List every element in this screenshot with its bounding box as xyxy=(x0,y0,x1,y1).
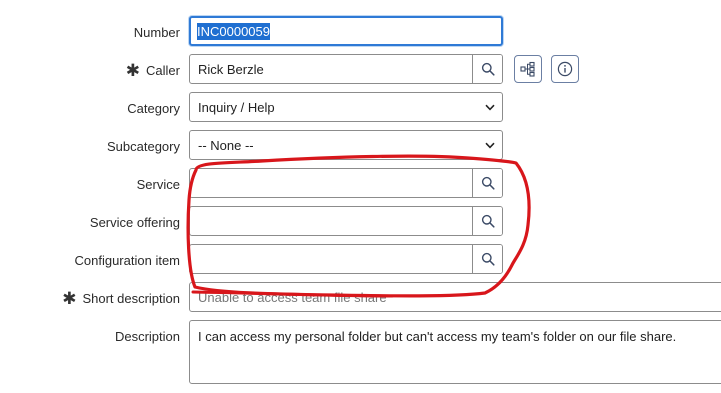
short-description-label-text: Short description xyxy=(82,290,180,306)
caller-value: Rick Berzle xyxy=(198,61,264,77)
service-field[interactable] xyxy=(189,168,503,198)
short-description-field[interactable]: Unable to access team file share xyxy=(189,282,721,312)
configuration-item-field[interactable] xyxy=(189,244,503,274)
service-offering-label: Service offering xyxy=(0,207,180,237)
configuration-item-label: Configuration item xyxy=(0,245,181,275)
service-label: Service xyxy=(0,169,180,199)
number-label: Number xyxy=(0,17,180,47)
required-mark: ✱ xyxy=(62,288,77,308)
short-description-label: ✱ Short description xyxy=(0,283,180,313)
caller-field[interactable]: Rick Berzle xyxy=(189,54,503,84)
service-label-text: Service xyxy=(136,176,180,192)
search-icon xyxy=(481,176,495,190)
short-description-value: Unable to access team file share xyxy=(198,289,387,305)
configuration-item-label-text: Configuration item xyxy=(74,252,181,268)
service-offering-field[interactable] xyxy=(189,206,503,236)
category-label-text: Category xyxy=(127,100,180,116)
subcategory-value: -- None -- xyxy=(198,137,254,153)
description-value: I can access my personal folder but can'… xyxy=(198,329,677,344)
subcategory-label-text: Subcategory xyxy=(107,138,180,154)
category-select[interactable]: Inquiry / Help xyxy=(189,92,503,122)
service-lookup-button[interactable] xyxy=(472,169,502,197)
show-dependencies-button[interactable] xyxy=(514,55,542,83)
caller-label: ✱ Caller xyxy=(0,55,180,85)
subcategory-select[interactable]: -- None -- xyxy=(189,130,503,160)
number-value: INC0000059 xyxy=(197,22,270,40)
description-label-text: Description xyxy=(114,328,180,344)
category-value: Inquiry / Help xyxy=(198,99,275,115)
chevron-down-icon xyxy=(484,101,496,113)
configuration-item-lookup-button[interactable] xyxy=(472,245,502,273)
info-icon xyxy=(557,61,573,77)
search-icon xyxy=(481,62,495,76)
caller-info-button[interactable] xyxy=(551,55,579,83)
caller-label-text: Caller xyxy=(146,62,180,78)
hierarchy-icon xyxy=(520,61,535,77)
description-textarea[interactable]: I can access my personal folder but can'… xyxy=(189,320,721,384)
search-icon xyxy=(481,252,495,266)
description-label: Description xyxy=(0,321,180,351)
subcategory-label: Subcategory xyxy=(0,131,180,161)
number-field[interactable]: INC0000059 xyxy=(189,16,503,46)
service-offering-label-text: Service offering xyxy=(89,214,180,230)
search-icon xyxy=(481,214,495,228)
required-mark: ✱ xyxy=(125,60,141,80)
number-label-text: Number xyxy=(133,24,180,40)
chevron-down-icon xyxy=(484,139,496,151)
category-label: Category xyxy=(0,93,180,123)
caller-lookup-button[interactable] xyxy=(472,55,502,83)
service-offering-lookup-button[interactable] xyxy=(472,207,502,235)
